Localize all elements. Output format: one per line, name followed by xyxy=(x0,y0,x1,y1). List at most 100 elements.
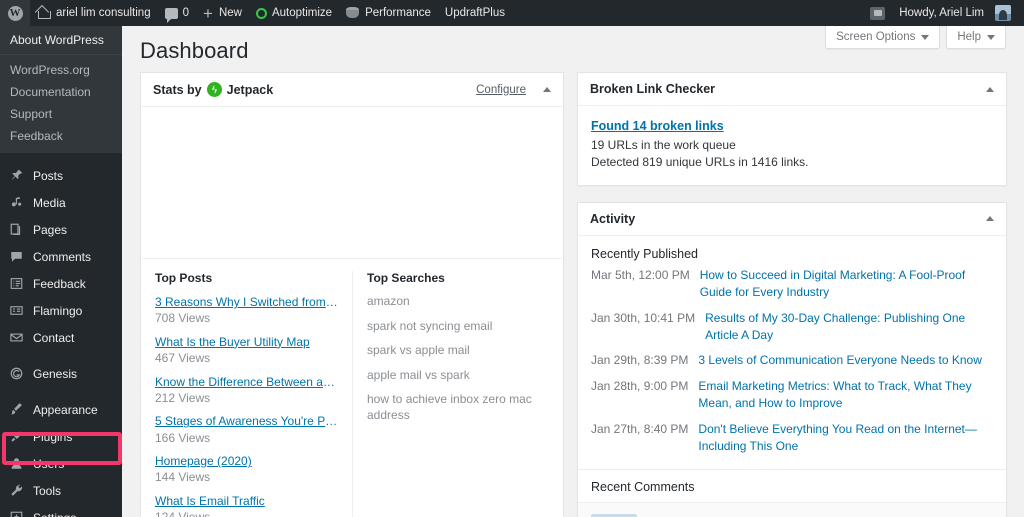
updraftplus-button[interactable]: UpdraftPlus xyxy=(438,0,512,26)
broken-link-checker-body: Found 14 broken links 19 URLs in the wor… xyxy=(578,106,1006,185)
published-time: Mar 5th, 12:00 PM xyxy=(591,267,690,282)
sidebar-item-label: Posts xyxy=(33,168,64,183)
main-content: Screen Options Help Dashboard Stats by J… xyxy=(122,26,1024,517)
screen-meta-links: Screen Options Help xyxy=(825,26,1006,49)
about-link-feedback[interactable]: Feedback xyxy=(0,125,122,147)
published-item: Jan 28th, 9:00 PM Email Marketing Metric… xyxy=(578,374,1006,417)
published-item: Jan 29th, 8:39 PM 3 Levels of Communicat… xyxy=(578,348,1006,373)
published-time: Jan 28th, 9:00 PM xyxy=(591,378,689,393)
screen-mirror-button[interactable] xyxy=(863,0,892,26)
sidebar-item-pages[interactable]: Pages xyxy=(0,216,122,243)
chevron-up-icon[interactable] xyxy=(986,216,994,222)
about-link-wordpress-org[interactable]: WordPress.org xyxy=(0,59,122,81)
top-post-link[interactable]: Homepage (2020) xyxy=(155,453,338,469)
comments-bubble-button[interactable]: 0 xyxy=(158,0,196,26)
autoptimize-button[interactable]: Autoptimize xyxy=(249,0,339,26)
new-content-button[interactable]: + New xyxy=(196,0,249,26)
site-name-menu[interactable]: ariel lim consulting xyxy=(30,0,158,26)
found-broken-links-link[interactable]: Found 14 broken links xyxy=(591,119,724,133)
feedback-icon xyxy=(8,275,25,292)
sidebar-item-label: Pages xyxy=(33,222,68,237)
avatar xyxy=(995,5,1011,21)
sidebar-item-settings[interactable]: Settings xyxy=(0,504,122,517)
help-button[interactable]: Help xyxy=(946,26,1006,49)
chevron-up-icon[interactable] xyxy=(986,86,994,92)
help-label: Help xyxy=(957,31,981,43)
sidebar-divider xyxy=(0,387,122,396)
performance-button[interactable]: Performance xyxy=(339,0,438,26)
comment-item: From Ariel Lim on 3 Reasons Why I Switch… xyxy=(578,502,1006,517)
top-search-term: amazon xyxy=(367,294,410,308)
top-post-views: 212 Views xyxy=(155,390,211,405)
sidebar-item-label: Settings xyxy=(33,511,76,517)
admin-bar-right: Howdy, Ariel Lim xyxy=(863,0,1024,26)
comment-icon xyxy=(8,248,25,265)
sidebar-item-contact[interactable]: Contact xyxy=(0,324,122,351)
jetpack-stats-title: Stats by xyxy=(153,82,202,97)
sidebar-item-flamingo[interactable]: Flamingo xyxy=(0,297,122,324)
sidebar-item-feedback[interactable]: Feedback xyxy=(0,270,122,297)
sidebar-item-label: Users xyxy=(33,456,65,471)
screen-options-button[interactable]: Screen Options xyxy=(825,26,941,49)
performance-icon xyxy=(346,7,360,19)
wordpress-logo-button[interactable]: W xyxy=(0,0,30,26)
broken-link-checker-header: Broken Link Checker xyxy=(578,73,1006,106)
top-searches-column: Top Searches amazon spark not syncing em… xyxy=(352,271,563,517)
sidebar-item-tools[interactable]: Tools xyxy=(0,477,122,504)
top-post-views: 124 Views xyxy=(155,510,338,517)
top-search-term: spark not syncing email xyxy=(367,318,493,333)
configure-link[interactable]: Configure xyxy=(476,84,526,96)
plug-icon xyxy=(8,428,25,445)
top-post-link[interactable]: Know the Difference Between a Proble... xyxy=(155,374,338,390)
published-title[interactable]: How to Succeed in Digital Marketing: A F… xyxy=(700,267,993,302)
published-item: Jan 30th, 10:41 PM Results of My 30-Day … xyxy=(578,306,1006,349)
published-title[interactable]: Email Marketing Metrics: What to Track, … xyxy=(698,378,993,413)
flamingo-icon xyxy=(8,302,25,319)
top-search-term: how to achieve inbox zero mac address xyxy=(367,392,532,422)
my-account-menu[interactable]: Howdy, Ariel Lim xyxy=(892,0,1018,26)
jetpack-brand-label: Jetpack xyxy=(226,82,274,97)
sidebar-item-label: Comments xyxy=(33,249,92,264)
sidebar-item-media[interactable]: Media xyxy=(0,189,122,216)
published-title[interactable]: 3 Levels of Communication Everyone Needs… xyxy=(698,352,981,369)
site-name-label: ariel lim consulting xyxy=(56,7,151,19)
dashboard-column-right: Broken Link Checker Found 14 broken link… xyxy=(577,72,1007,517)
jetpack-stats-body: Top Posts 3 Reasons Why I Switched from … xyxy=(141,107,563,517)
chevron-up-icon[interactable] xyxy=(543,87,551,92)
published-time: Jan 27th, 8:40 PM xyxy=(591,421,689,436)
sidebar-item-appearance[interactable]: Appearance xyxy=(0,396,122,423)
genesis-icon xyxy=(8,365,25,382)
recent-comments-title: Recent Comments xyxy=(591,480,695,495)
published-title[interactable]: Results of My 30-Day Challenge: Publishi… xyxy=(705,310,993,345)
sidebar-item-comments[interactable]: Comments xyxy=(0,243,122,270)
about-link-support[interactable]: Support xyxy=(0,103,122,125)
published-time: Jan 30th, 10:41 PM xyxy=(591,310,696,325)
activity-header: Activity xyxy=(578,203,1006,236)
top-post-link[interactable]: 5 Stages of Awareness You're Probabl... xyxy=(155,413,338,429)
about-wordpress-title[interactable]: About WordPress xyxy=(0,26,122,54)
about-link-documentation[interactable]: Documentation xyxy=(0,81,122,103)
sidebar-item-posts[interactable]: Posts xyxy=(0,162,122,189)
about-wordpress-menu: About WordPress WordPress.org Documentat… xyxy=(0,26,122,153)
top-post-link[interactable]: 3 Reasons Why I Switched from Mac ... xyxy=(155,294,338,310)
plus-icon: + xyxy=(203,3,213,23)
sidebar-item-label: Plugins xyxy=(33,429,73,444)
top-post-views: 166 Views xyxy=(155,430,211,445)
top-post-views: 144 Views xyxy=(155,470,211,485)
wrench-icon xyxy=(8,482,25,499)
recently-published-title: Recently Published xyxy=(591,246,699,261)
dashboard-column-left: Stats by Jetpack Configure Top Posts 3 R… xyxy=(140,72,564,517)
sidebar-item-users[interactable]: Users xyxy=(0,450,122,477)
published-item: Jan 27th, 8:40 PM Don't Believe Everythi… xyxy=(578,417,1006,460)
sidebar-divider xyxy=(0,153,122,162)
brush-icon xyxy=(8,401,25,418)
published-title[interactable]: Don't Believe Everything You Read on the… xyxy=(698,421,993,456)
howdy-label: Howdy, Ariel Lim xyxy=(899,7,984,19)
sidebar-item-genesis[interactable]: Genesis xyxy=(0,360,122,387)
top-post-views: 708 Views xyxy=(155,311,211,326)
performance-label: Performance xyxy=(365,7,431,19)
sidebar-item-plugins[interactable]: Plugins xyxy=(0,423,122,450)
top-post-link[interactable]: What Is Email Traffic xyxy=(155,493,338,509)
top-post-link[interactable]: What Is the Buyer Utility Map xyxy=(155,334,338,350)
published-item: Mar 5th, 12:00 PM How to Succeed in Digi… xyxy=(578,263,1006,306)
